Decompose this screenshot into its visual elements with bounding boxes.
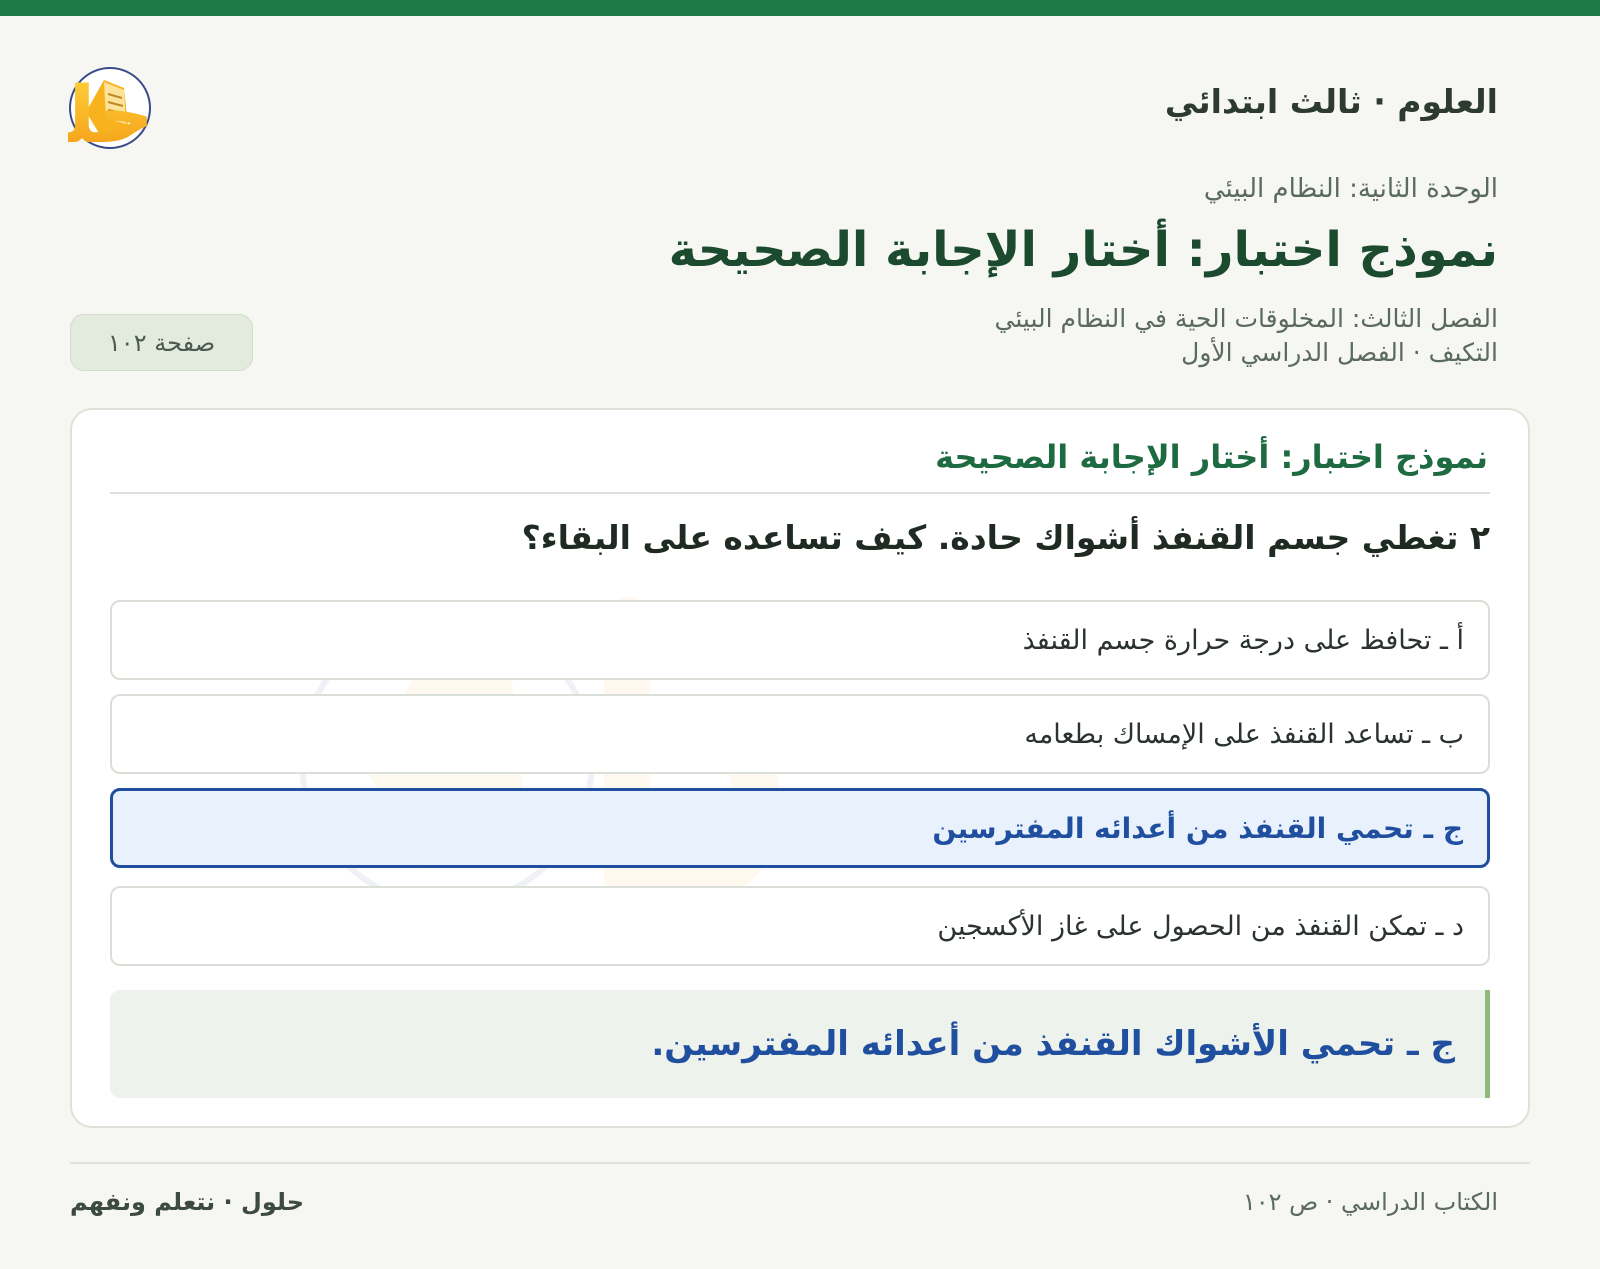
option-a[interactable]: أ ـ تحافظ على درجة حرارة جسم القنفذ xyxy=(110,600,1490,680)
chapter-label: الفصل الثالث: المخلوقات الحية في النظام … xyxy=(994,304,1498,333)
card-divider xyxy=(110,492,1490,494)
page-title: نموذج اختبار: أختار الإجابة الصحيحة xyxy=(668,222,1498,278)
option-d[interactable]: د ـ تمكن القنفذ من الحصول على غاز الأكسج… xyxy=(110,886,1490,966)
svg-text:حلول: حلول xyxy=(68,71,154,161)
answer-box: ج ـ تحمي الأشواك القنفذ من أعدائه المفتر… xyxy=(110,990,1490,1098)
option-label: ب ـ تساعد القنفذ على الإمساك بطعامه xyxy=(1024,718,1464,750)
logo-icon: حلول xyxy=(0,67,154,161)
unit-label: الوحدة الثانية: النظام البيئي xyxy=(1203,174,1498,204)
top-accent-bar xyxy=(0,0,1600,16)
footer-source: الكتاب الدراسي · ص ١٠٢ xyxy=(1242,1188,1498,1216)
option-label: ج ـ تحمي القنفذ من أعدائه المفترسين xyxy=(932,811,1463,845)
lesson-label: التكيف · الفصل الدراسي الأول xyxy=(1181,338,1498,367)
option-b[interactable]: ب ـ تساعد القنفذ على الإمساك بطعامه xyxy=(110,694,1490,774)
question-text: ٢ تغطي جسم القنفذ أشواك حادة. كيف تساعده… xyxy=(521,518,1490,557)
option-label: أ ـ تحافظ على درجة حرارة جسم القنفذ xyxy=(1022,624,1464,656)
footer-divider xyxy=(70,1162,1530,1164)
answer-text: ج ـ تحمي الأشواك القنفذ من أعدائه المفتر… xyxy=(651,1024,1455,1064)
question-card: نموذج اختبار: أختار الإجابة الصحيحة ٢ تغ… xyxy=(70,408,1530,1128)
hulul-logo[interactable]: حلول xyxy=(0,50,338,170)
option-label: د ـ تمكن القنفذ من الحصول على غاز الأكسج… xyxy=(937,910,1464,942)
page-number-badge: صفحة ١٠٢ xyxy=(70,314,253,371)
card-title: نموذج اختبار: أختار الإجابة الصحيحة xyxy=(935,438,1488,476)
subject-title: العلوم · ثالث ابتدائي xyxy=(1164,82,1498,121)
option-c-selected[interactable]: ج ـ تحمي القنفذ من أعدائه المفترسين xyxy=(110,788,1490,868)
footer-brand: حلول · نتعلم ونفهم xyxy=(70,1188,304,1216)
page: العلوم · ثالث ابتدائي حلول الوحدة الثاني… xyxy=(0,16,1600,1269)
